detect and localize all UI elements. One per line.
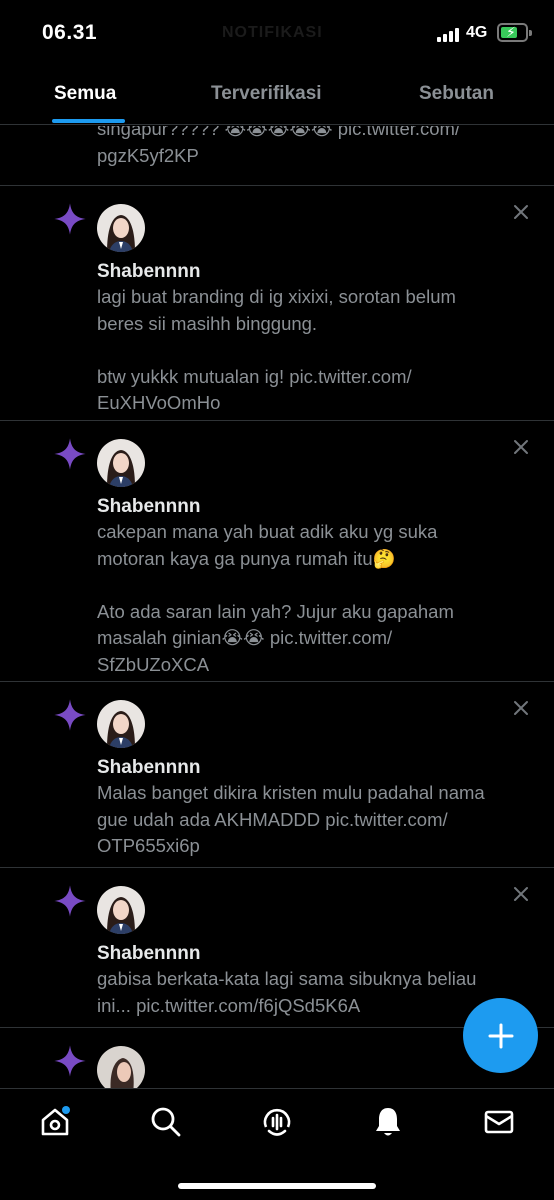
close-icon[interactable] — [512, 438, 530, 456]
home-icon[interactable] — [38, 1105, 72, 1139]
notification-feed[interactable]: singapur????? 😭😭😭😭😭 pic.twitter.com/ pgz… — [0, 126, 554, 1088]
home-indicator — [178, 1183, 376, 1189]
spaces-icon[interactable] — [260, 1105, 294, 1139]
author-name[interactable]: Shabennnn — [97, 943, 200, 965]
author-name[interactable]: Shabennnn — [97, 496, 200, 518]
avatar[interactable] — [97, 204, 145, 252]
mail-icon[interactable] — [482, 1105, 516, 1139]
close-icon[interactable] — [512, 885, 530, 903]
tab-semua[interactable]: Semua — [54, 83, 116, 105]
notification-text: lagi buat branding di ig xixixi, sorotan… — [97, 286, 456, 413]
sparkle-icon — [54, 203, 86, 235]
signal-icon — [437, 26, 459, 42]
close-icon[interactable] — [512, 699, 530, 717]
notification-item[interactable]: Shabennnn lagi buat branding di ig xixix… — [0, 186, 554, 421]
notification-item[interactable]: Shabennnn gabisa berkata-kata lagi sama … — [0, 868, 554, 1028]
network-type: 4G — [466, 24, 488, 41]
sparkle-icon — [54, 885, 86, 917]
author-name[interactable]: Shabennnn — [97, 261, 200, 283]
sparkle-icon — [54, 1045, 86, 1077]
notification-item[interactable]: Shabennnn Malas banget dikira kristen mu… — [0, 682, 554, 868]
search-icon[interactable] — [149, 1105, 183, 1139]
battery-icon: ⚡ — [497, 23, 532, 42]
plus-icon — [488, 1023, 513, 1048]
sparkle-icon — [54, 699, 86, 731]
tab-sebutan[interactable]: Sebutan — [419, 83, 494, 105]
author-name[interactable]: Shabennnn — [97, 757, 200, 779]
close-icon[interactable] — [512, 203, 530, 221]
notification-text: Malas banget dikira kristen mulu padahal… — [97, 782, 485, 856]
notification-tabs: Semua Terverifikasi Sebutan — [0, 66, 554, 125]
faded-header-title: NOTIFIKASI — [222, 24, 323, 41]
status-time: 06.31 — [42, 21, 98, 44]
status-bar: 06.31 NOTIFIKASI 4G ⚡ — [0, 0, 554, 66]
sparkle-icon — [54, 438, 86, 470]
notification-item[interactable]: Shabennnn cakepan mana yah buat adik aku… — [0, 421, 554, 682]
avatar[interactable] — [97, 700, 145, 748]
compose-button[interactable] — [463, 998, 538, 1073]
notification-item-partial[interactable]: singapur????? 😭😭😭😭😭 pic.twitter.com/ pgz… — [0, 126, 554, 186]
avatar[interactable] — [97, 886, 145, 934]
tab-terverifikasi[interactable]: Terverifikasi — [211, 83, 322, 105]
bell-icon[interactable] — [371, 1105, 405, 1139]
avatar[interactable] — [97, 1046, 145, 1088]
notification-text: singapur????? 😭😭😭😭😭 pic.twitter.com/ pgz… — [97, 126, 461, 166]
active-tab-indicator — [52, 119, 125, 123]
avatar[interactable] — [97, 439, 145, 487]
notification-text: cakepan mana yah buat adik aku yg suka m… — [97, 521, 454, 675]
